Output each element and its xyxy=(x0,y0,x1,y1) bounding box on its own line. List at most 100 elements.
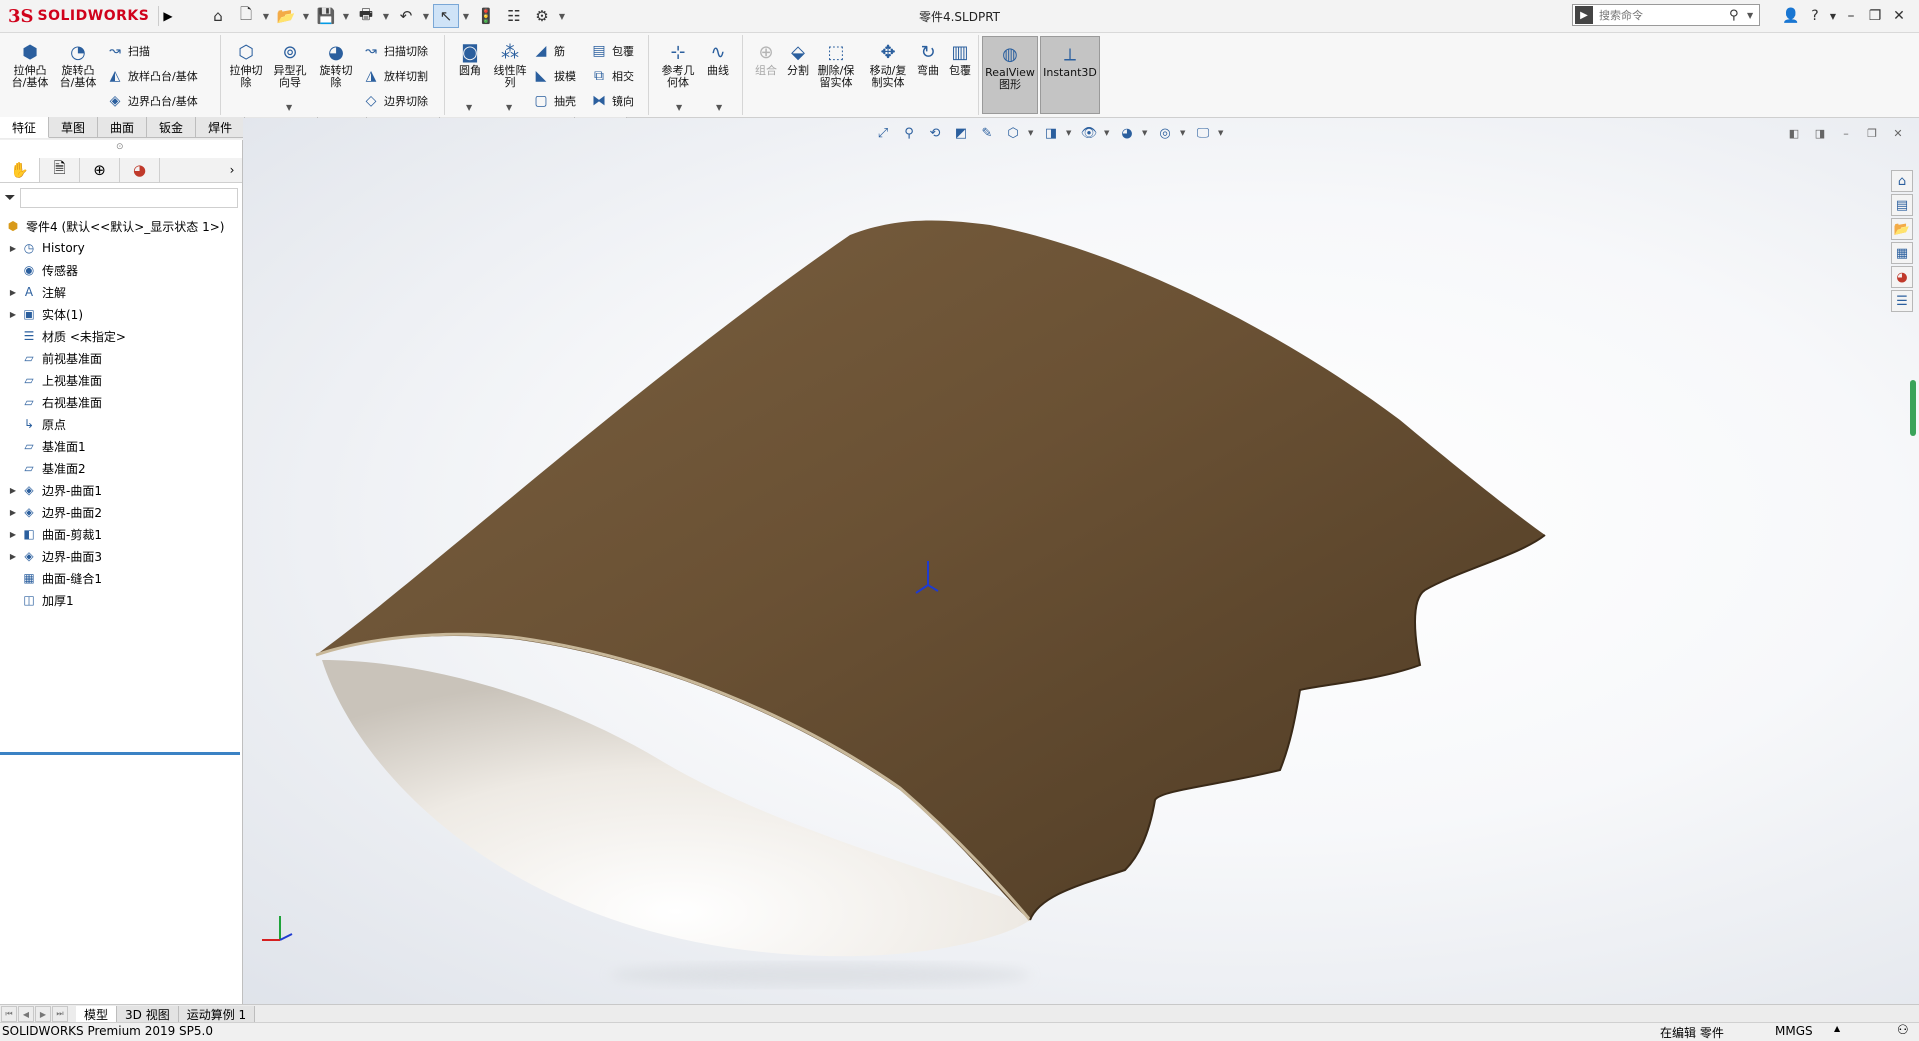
help-icon[interactable]: ? xyxy=(1804,5,1826,27)
hide-show-items-icon[interactable]: 👁 xyxy=(1078,123,1100,143)
file-explorer-icon[interactable]: 📂 xyxy=(1891,218,1913,240)
view-palette-icon[interactable]: ▦ xyxy=(1891,242,1913,264)
revolve-boss-button[interactable]: ◔ 旋转凸 台/基体 xyxy=(58,35,98,89)
linear-pattern-dropdown-icon[interactable]: ▼ xyxy=(506,103,512,112)
tree-item[interactable]: ☰ 材质 <未指定> xyxy=(6,326,126,346)
next-tab-arrow-icon[interactable]: ▶ xyxy=(35,1006,51,1022)
mirror-button[interactable]: ⧓ 镜向 xyxy=(590,91,634,111)
tab-4[interactable]: 焊件 xyxy=(196,117,246,138)
rollback-bar[interactable] xyxy=(0,752,240,755)
view-orientation-dropdown-icon[interactable]: ▼ xyxy=(1028,129,1036,137)
home-icon[interactable]: ⌂ xyxy=(205,4,231,28)
apply-scene-icon[interactable]: ◎ xyxy=(1154,123,1176,143)
edit-appearance-icon[interactable]: ◕ xyxy=(1116,123,1138,143)
reference-geometry-dropdown-icon[interactable]: ▼ xyxy=(676,103,682,112)
minimize-icon[interactable]: – xyxy=(1840,5,1862,27)
delete-keep-body-button[interactable]: ⬚ 删除/保 留实体 xyxy=(812,35,860,89)
zoom-to-fit-icon[interactable]: ⤢ xyxy=(872,123,894,143)
loft-boss-button[interactable]: ◭ 放样凸台/基体 xyxy=(106,66,198,86)
hole-wizard-button[interactable]: ⊚ 异型孔 向导 xyxy=(270,35,310,89)
options-gear-dropdown-icon[interactable]: ▼ xyxy=(557,4,567,28)
panel-expand-arrow-icon[interactable]: › xyxy=(222,158,242,182)
rib-button[interactable]: ◢ 筋 xyxy=(532,41,565,61)
options-gear-icon[interactable]: ⚙ xyxy=(529,4,555,28)
previous-view-icon[interactable]: ⟲ xyxy=(924,123,946,143)
bottom-tab-0[interactable]: 模型 xyxy=(76,1005,118,1023)
expand-arrow-icon[interactable]: ▶ xyxy=(6,310,20,319)
save-icon[interactable]: 💾 xyxy=(313,4,339,28)
open-dropdown-icon[interactable]: ▼ xyxy=(301,4,311,28)
feature-manager-tab-icon[interactable]: ✋ xyxy=(0,158,40,182)
surface-model-graphic[interactable] xyxy=(243,118,1919,1010)
panel-grip-icon[interactable]: ⊙ xyxy=(116,142,124,152)
new-document-icon[interactable]: 🗋 xyxy=(233,4,259,28)
rebuild-icon[interactable]: 🚦 xyxy=(473,4,499,28)
linear-pattern-button[interactable]: ⁂ 线性阵 列 xyxy=(490,35,530,89)
unit-system[interactable]: MMGS xyxy=(1775,1024,1813,1038)
chevron-down-icon[interactable]: ▼ xyxy=(1747,11,1759,20)
undo-icon[interactable]: ↶ xyxy=(393,4,419,28)
select-arrow-icon[interactable]: ↖ xyxy=(433,4,459,28)
wrap-surface-button[interactable]: ▥ 包覆 xyxy=(944,35,976,77)
close-icon[interactable]: ✕ xyxy=(1888,5,1910,27)
viewport-tile-left-icon[interactable]: ◧ xyxy=(1785,124,1803,142)
tree-item[interactable]: ▶ A 注解 xyxy=(6,282,66,302)
select-arrow-dropdown-icon[interactable]: ▼ xyxy=(461,4,471,28)
last-tab-arrow-icon[interactable]: ⏭ xyxy=(52,1006,68,1022)
display-style-dropdown-icon[interactable]: ▼ xyxy=(1066,129,1074,137)
zoom-to-area-icon[interactable]: ⚲ xyxy=(898,123,920,143)
dynamic-annotation-icon[interactable]: ✎ xyxy=(976,123,998,143)
reference-geometry-button[interactable]: ⊹ 参考几 何体 xyxy=(658,35,698,89)
help-dropdown-icon[interactable]: ▼ xyxy=(1828,5,1838,27)
tree-item[interactable]: ▶ ▣ 实体(1) xyxy=(6,304,83,324)
expand-arrow-icon[interactable]: ▶ xyxy=(6,530,20,539)
viewport-minimize-icon[interactable]: – xyxy=(1837,124,1855,142)
tree-item[interactable]: ▱ 右视基准面 xyxy=(6,392,102,412)
tree-item[interactable]: ▦ 曲面-缝合1 xyxy=(6,568,102,588)
user-icon[interactable]: 👤 xyxy=(1780,5,1802,27)
search-icon[interactable]: ⚲ xyxy=(1729,8,1747,23)
tree-item[interactable]: ▶ ◈ 边界-曲面3 xyxy=(6,546,102,566)
viewport-close-icon[interactable]: ✕ xyxy=(1889,124,1907,142)
save-dropdown-icon[interactable]: ▼ xyxy=(341,4,351,28)
edit-appearance-dropdown-icon[interactable]: ▼ xyxy=(1142,129,1150,137)
new-document-dropdown-icon[interactable]: ▼ xyxy=(261,4,271,28)
fillet-button[interactable]: ◙ 圆角 xyxy=(450,35,490,77)
tree-root-part[interactable]: ⬢ 零件4 (默认<<默认>_显示状态 1>) xyxy=(4,216,225,236)
rebuild-status-icon[interactable]: ⚇ xyxy=(1897,1023,1909,1038)
tree-item[interactable]: ▱ 基准面2 xyxy=(6,458,85,478)
viewport-restore-icon[interactable]: ❐ xyxy=(1863,124,1881,142)
filter-icon[interactable]: ⏷ xyxy=(0,190,20,206)
section-view-icon[interactable]: ◩ xyxy=(950,123,972,143)
tree-item[interactable]: ▱ 上视基准面 xyxy=(6,370,102,390)
move-copy-body-button[interactable]: ✥ 移动/复 制实体 xyxy=(864,35,912,89)
boundary-boss-button[interactable]: ◈ 边界凸台/基体 xyxy=(106,91,198,111)
search-input[interactable] xyxy=(1597,7,1729,23)
undo-dropdown-icon[interactable]: ▼ xyxy=(421,4,431,28)
print-icon[interactable]: 🖶 xyxy=(353,4,379,28)
display-style-icon[interactable]: ◨ xyxy=(1040,123,1062,143)
prev-tab-arrow-icon[interactable]: ◀ xyxy=(18,1006,34,1022)
tree-item[interactable]: ▶ ◈ 边界-曲面1 xyxy=(6,480,102,500)
extrude-boss-button[interactable]: ⬢ 拉伸凸 台/基体 xyxy=(10,35,50,89)
apply-scene-dropdown-icon[interactable]: ▼ xyxy=(1180,129,1188,137)
tree-item[interactable]: ◫ 加厚1 xyxy=(6,590,73,610)
expand-arrow-icon[interactable]: ▶ xyxy=(6,486,20,495)
filter-input[interactable] xyxy=(20,188,238,208)
tree-item[interactable]: ▱ 前视基准面 xyxy=(6,348,102,368)
appearances-icon[interactable]: ◕ xyxy=(1891,266,1913,288)
property-manager-tab-icon[interactable]: 🗎 xyxy=(40,158,80,182)
boundary-cut-button[interactable]: ◇ 边界切除 xyxy=(362,91,428,111)
draft-button[interactable]: ◣ 拔模 xyxy=(532,66,576,86)
realview-graphics-button[interactable]: ◍ RealView 图形 xyxy=(982,36,1038,114)
tab-1[interactable]: 草图 xyxy=(49,117,99,138)
tree-item[interactable]: ▶ ◧ 曲面-剪裁1 xyxy=(6,524,102,544)
open-icon[interactable]: 📂 xyxy=(273,4,299,28)
sweep-cut-button[interactable]: ↝ 扫描切除 xyxy=(362,41,428,61)
tab-2[interactable]: 曲面 xyxy=(98,117,148,138)
solidworks-resources-icon[interactable]: ⌂ xyxy=(1891,170,1913,192)
curves-button[interactable]: ∿ 曲线 xyxy=(698,35,738,77)
view-scroll-indicator[interactable] xyxy=(1910,380,1916,436)
command-search[interactable]: ▶ ⚲ ▼ xyxy=(1572,4,1760,26)
configuration-manager-tab-icon[interactable]: ⊕ xyxy=(80,158,120,182)
